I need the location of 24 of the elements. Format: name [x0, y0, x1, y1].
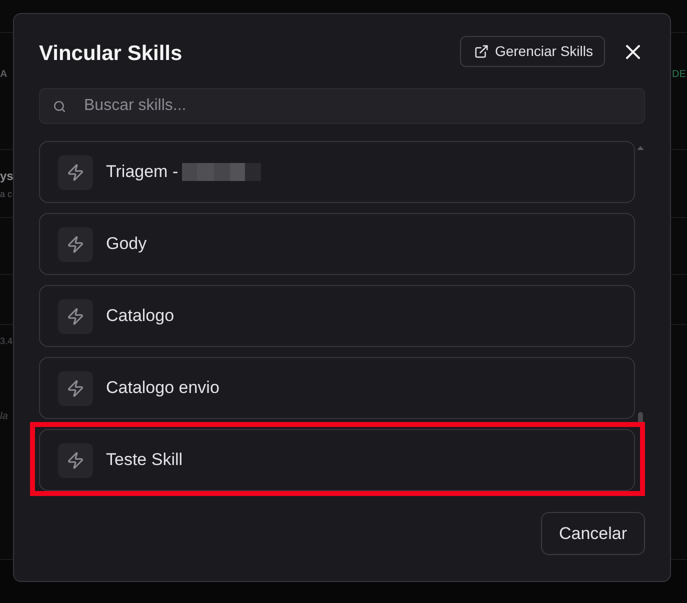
skill-item[interactable]: Catalogo [39, 285, 635, 347]
dialog-title: Vincular Skills [39, 41, 182, 66]
background-text-fragment: la [0, 412, 8, 422]
background-text-fragment: ys [0, 170, 14, 182]
search-icon [53, 100, 66, 113]
manage-skills-button[interactable]: Gerenciar Skills [460, 36, 605, 67]
background-text-fragment: DE [672, 70, 686, 80]
cancel-button[interactable]: Cancelar [541, 512, 645, 555]
lightning-icon [58, 298, 93, 334]
scroll-up-icon [637, 146, 644, 150]
lightning-icon [58, 370, 93, 406]
close-icon [625, 44, 641, 60]
skill-item[interactable]: Triagem - [39, 141, 635, 203]
lightning-icon [58, 442, 93, 478]
lightning-icon [58, 226, 93, 262]
background-text-fragment: A [0, 70, 8, 80]
skill-item[interactable]: Catalogo envio [39, 357, 635, 419]
background-text-fragment: a c [0, 190, 12, 199]
skill-item[interactable]: Teste Skill [39, 429, 635, 491]
skill-item[interactable]: Gody [39, 213, 635, 275]
lightning-icon [58, 154, 93, 190]
search-field[interactable]: Buscar skills... [39, 88, 645, 124]
external-link-icon [474, 44, 489, 59]
background-text-fragment: 3.4 [0, 337, 13, 346]
